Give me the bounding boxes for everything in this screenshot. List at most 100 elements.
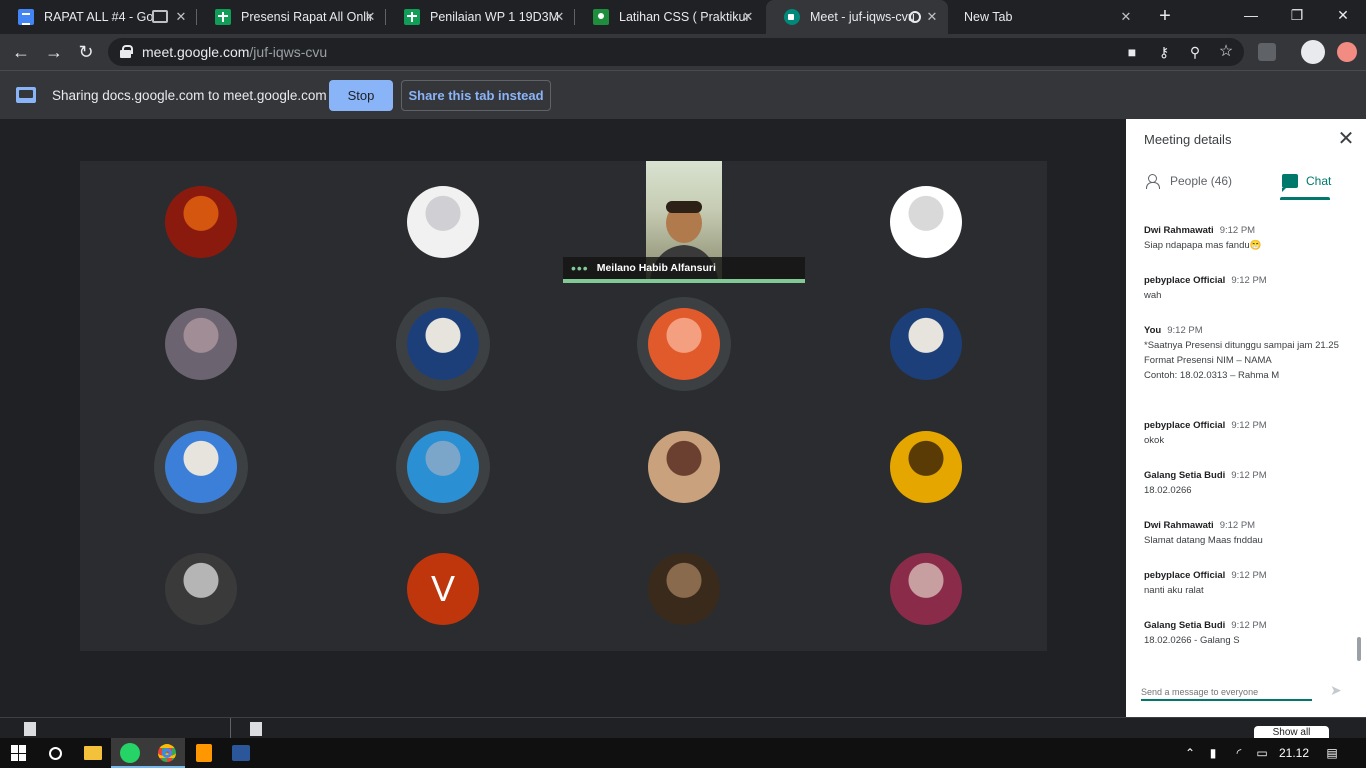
screen-share-icon: [16, 87, 36, 103]
share-this-tab-button[interactable]: Share this tab instead: [401, 80, 551, 111]
stop-sharing-button[interactable]: Stop: [329, 80, 393, 111]
start-button[interactable]: [0, 738, 37, 768]
taskbar-chrome[interactable]: [148, 738, 185, 768]
lock-icon: [120, 45, 133, 58]
star-icon[interactable]: ☆: [1216, 42, 1236, 62]
participant-tile[interactable]: [322, 283, 564, 405]
browser-tab[interactable]: Penilaian WP 1 19D3MI ✕: [386, 0, 575, 34]
participant-tile[interactable]: [80, 283, 322, 405]
chat-message: Galang Setia Budi 9:12 PM 18.02.0266 - Ga…: [1144, 620, 1267, 646]
close-icon[interactable]: ✕: [173, 9, 189, 25]
taskbar-file-explorer[interactable]: [74, 738, 111, 768]
update-icon[interactable]: [1337, 42, 1357, 62]
notification-icon[interactable]: ▤: [1324, 745, 1340, 761]
avatar: [165, 186, 237, 258]
extension-icon[interactable]: [1258, 43, 1276, 61]
avatar: [648, 431, 720, 503]
camera-icon[interactable]: ■: [1122, 42, 1142, 62]
close-icon[interactable]: ✕: [740, 9, 756, 25]
chat-icon: [1282, 174, 1298, 192]
tab-people[interactable]: People (46): [1146, 171, 1232, 191]
new-tab-button[interactable]: +: [1154, 5, 1176, 27]
participant-tile[interactable]: [805, 406, 1047, 528]
browser-tab-active[interactable]: Meet - juf-iqws-cvu ✕: [766, 0, 948, 34]
maximize-button[interactable]: ❐: [1274, 0, 1320, 30]
send-icon[interactable]: ➤: [1330, 682, 1348, 698]
close-icon[interactable]: ✕: [924, 9, 940, 25]
meet-icon: [784, 9, 800, 25]
participant-tile[interactable]: [805, 528, 1047, 650]
participant-tile[interactable]: [563, 528, 805, 650]
recording-icon: [909, 11, 921, 23]
chat-message-list[interactable]: Dwi Rahmawati 9:12 PM Siap ndapapa mas fa…: [1126, 209, 1354, 659]
browser-tab[interactable]: Latihan CSS ( Praktikum ✕: [575, 0, 764, 34]
meet-stage: ••• Meilano Habib Alfansuri V: [0, 119, 1126, 717]
reload-button[interactable]: ↻: [74, 40, 98, 64]
taskbar-whatsapp[interactable]: [111, 738, 148, 768]
participant-tile[interactable]: V: [322, 528, 564, 650]
taskbar-sublime[interactable]: [185, 738, 222, 768]
chat-message: Galang Setia Budi 9:12 PM 18.02.0266: [1144, 470, 1267, 496]
window-controls: — ❐ ✕: [1228, 0, 1366, 34]
tab-people-label: People (46): [1170, 174, 1233, 188]
zoom-icon[interactable]: ⚲: [1185, 42, 1205, 62]
minimize-button[interactable]: —: [1228, 0, 1274, 30]
participant-tile[interactable]: [80, 406, 322, 528]
participant-name: Meilano Habib Alfansuri: [596, 262, 716, 274]
search-button[interactable]: [37, 738, 74, 768]
avatar: [407, 308, 479, 380]
avatar: [890, 431, 962, 503]
tab-chat-label: Chat: [1306, 174, 1332, 188]
divider: [230, 718, 231, 739]
address-bar[interactable]: meet.google.com/juf-iqws-cvu ■ ⚷ ⚲ ☆: [108, 38, 1244, 66]
participant-tile[interactable]: [80, 161, 322, 283]
file-icon[interactable]: [250, 722, 262, 736]
tab-indicator: [1280, 197, 1330, 200]
close-icon[interactable]: ✕: [1336, 129, 1356, 149]
participant-tile[interactable]: [322, 161, 564, 283]
browser-tab[interactable]: Presensi Rapat All Onlin ✕: [197, 0, 386, 34]
back-button[interactable]: ←: [9, 40, 33, 64]
spotlight-tile[interactable]: ••• Meilano Habib Alfansuri: [563, 161, 805, 283]
participant-tile[interactable]: [805, 283, 1047, 405]
download-bar: Show all: [0, 717, 1366, 740]
browser-toolbar: ← → ↻ meet.google.com/juf-iqws-cvu ■ ⚷ ⚲…: [0, 34, 1366, 70]
participant-tile[interactable]: [322, 406, 564, 528]
chat-message-input[interactable]: [1141, 685, 1312, 701]
close-icon[interactable]: ✕: [362, 9, 378, 25]
taskbar-word[interactable]: [222, 738, 259, 768]
chevron-up-icon[interactable]: ⌃: [1182, 745, 1198, 761]
chat-message: You 9:12 PM *Saatnya Presensi ditunggu sa…: [1144, 325, 1339, 381]
classroom-icon: [593, 9, 609, 25]
participant-tile[interactable]: [805, 161, 1047, 283]
avatar: [648, 553, 720, 625]
profile-avatar[interactable]: [1301, 40, 1325, 64]
avatar: [648, 308, 720, 380]
participant-tile[interactable]: [563, 406, 805, 528]
avatar: [407, 431, 479, 503]
windows-taskbar: ⌃ ▮ ◜ ▭ 21.12 ▤: [0, 738, 1366, 768]
participant-tile[interactable]: [80, 528, 322, 650]
browser-tab-strip: RAPAT ALL #4 - Go ✕ Presensi Rapat All O…: [0, 0, 1366, 34]
clock[interactable]: 21.12: [1279, 746, 1309, 760]
close-icon[interactable]: ✕: [1118, 9, 1134, 25]
close-icon[interactable]: ✕: [551, 9, 567, 25]
sharing-text: Sharing docs.google.com to meet.google.c…: [52, 88, 327, 103]
tab-chat[interactable]: Chat: [1282, 171, 1332, 192]
sublime-text-icon: [195, 744, 212, 762]
browser-tab[interactable]: RAPAT ALL #4 - Go ✕: [0, 0, 197, 34]
participant-name-bar: ••• Meilano Habib Alfansuri: [563, 257, 805, 279]
close-window-button[interactable]: ✕: [1320, 0, 1366, 30]
chat-scrollbar[interactable]: [1357, 637, 1361, 661]
battery-icon[interactable]: ▭: [1254, 745, 1270, 761]
url-text: meet.google.com/juf-iqws-cvu: [142, 44, 328, 60]
browser-tab[interactable]: New Tab ✕: [948, 0, 1142, 34]
wifi-icon[interactable]: ◜: [1231, 745, 1247, 761]
folder-icon: [83, 746, 102, 760]
chat-message: Dwi Rahmawati 9:12 PM Slamat datang Maas …: [1144, 520, 1263, 546]
file-icon[interactable]: [24, 722, 36, 736]
forward-button[interactable]: →: [42, 40, 66, 64]
microphone-icon[interactable]: ▮: [1205, 745, 1221, 761]
key-icon[interactable]: ⚷: [1154, 42, 1174, 62]
participant-tile[interactable]: [563, 283, 805, 405]
